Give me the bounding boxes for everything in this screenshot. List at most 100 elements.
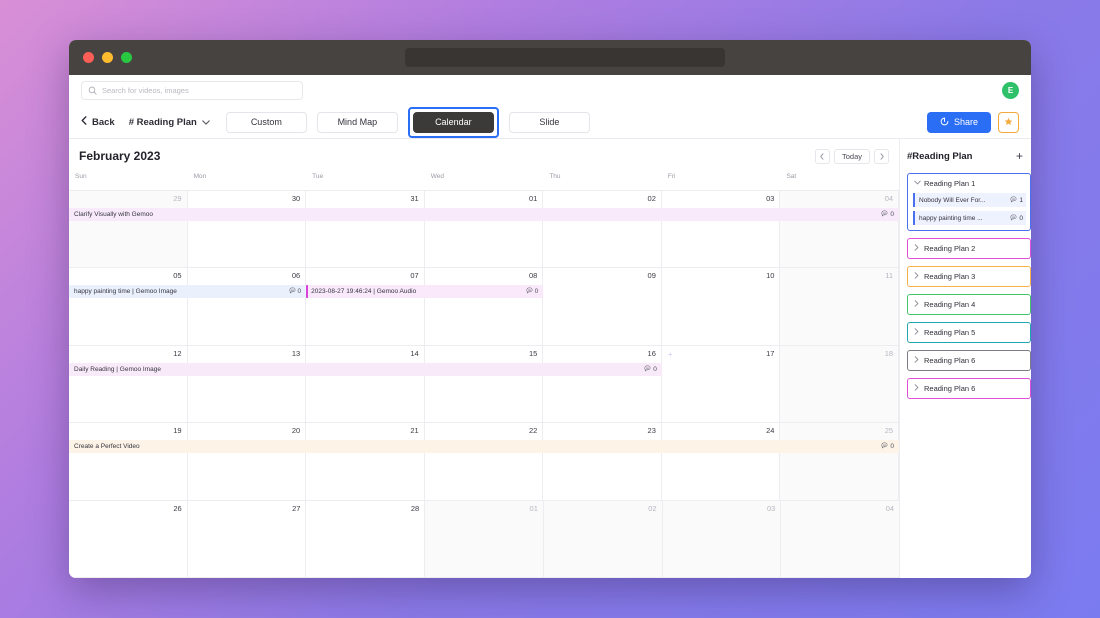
chevron-right-icon[interactable] [914,272,920,281]
calendar-day-cell[interactable]: 01 [425,500,544,578]
collection-selector[interactable]: # Reading Plan [129,117,226,128]
chevron-right-icon[interactable] [914,300,920,309]
calendar-grid: 29 30 31 01 02 03 04 Clarify Visually with Gemo… [69,190,900,578]
tab-calendar[interactable]: Calendar [412,111,494,133]
calendar-day-cell[interactable]: 23 [543,423,662,500]
day-number: 19 [173,426,182,436]
calendar-day-cell[interactable]: 21 [306,423,425,500]
calendar-day-cell[interactable]: 19 [69,423,188,500]
avatar[interactable]: E [1002,82,1019,99]
prev-month-button[interactable] [814,148,830,164]
plan-header[interactable]: Reading Plan 1 [908,174,1030,193]
day-number: 23 [647,426,656,436]
calendar-day-cell[interactable]: 05 [69,268,188,345]
plan-child-item[interactable]: happy painting time ... 0 [913,211,1026,225]
plan-header[interactable]: Reading Plan 2 [908,239,1030,258]
close-window-button[interactable] [83,52,94,63]
calendar-day-cell[interactable]: 24 [662,423,781,500]
calendar-day-cell[interactable]: 30 [188,191,307,268]
calendar-day-cell[interactable]: 12 [69,345,188,423]
calendar-day-cell[interactable]: 17 + [662,345,781,423]
plan-header[interactable]: Reading Plan 6 [908,379,1030,398]
plan-label: Reading Plan 6 [924,356,976,365]
calendar-day-cell[interactable]: 20 [188,423,307,500]
calendar-day-cell[interactable]: 02 [543,191,662,268]
calendar-day-cell[interactable]: 16 [543,345,662,423]
star-button[interactable] [998,111,1019,133]
calendar-event[interactable]: 2023-08-27 19:46:24 | Gemoo Audio 0 [306,285,544,299]
day-header-mon: Mon [193,173,207,180]
today-button[interactable]: Today [833,148,870,164]
day-number: 02 [648,503,657,513]
plan-header[interactable]: Reading Plan 6 [908,351,1030,370]
calendar-event[interactable]: Clarify Visually with Gemoo 0 [69,208,899,221]
day-number: 01 [528,194,538,203]
right-panel-title: #Reading Plan [907,150,973,162]
add-event-icon[interactable]: + [668,350,673,359]
back-button[interactable]: Back [81,116,129,128]
share-button[interactable]: Share [926,111,991,133]
minimize-window-button[interactable] [102,52,113,63]
plan-child-item[interactable]: Nobody Will Ever For... 1 [913,193,1026,207]
plus-icon[interactable]: + [1016,150,1023,162]
chevron-right-icon[interactable] [914,384,920,393]
calendar-day-cell[interactable]: 01 [425,191,544,268]
calendar-day-cell[interactable]: 26 [69,500,188,578]
event-comment-count: 0 [875,442,894,451]
plan-header[interactable]: Reading Plan 4 [908,295,1030,314]
calendar-event[interactable]: happy painting time | Gemoo Image 0 [69,285,307,299]
chevron-right-icon[interactable] [914,244,920,253]
calendar-day-cell[interactable]: 08 [425,268,544,345]
chevron-right-icon[interactable] [914,328,920,337]
day-header-fri: Fri [667,173,676,180]
event-title: Create a Perfect Video [74,443,140,451]
calendar-day-cell[interactable]: 25 [780,423,900,500]
day-number: 11 [885,271,894,281]
calendar-day-cell[interactable]: 29 [69,191,188,268]
calendar-day-cell[interactable]: 31 [306,191,425,268]
calendar-day-cell[interactable]: 09 [543,268,662,345]
calendar-day-cell[interactable]: 14 [306,345,425,423]
event-comment-count: 0 [875,210,894,219]
tab-mind-map[interactable]: Mind Map [316,111,398,133]
calendar-day-cell[interactable]: 02 [543,500,663,578]
day-number: 02 [647,194,656,203]
search-input[interactable] [102,86,296,95]
active-tab-selection-outline: Calendar [407,106,499,138]
chevron-right-icon[interactable] [914,356,920,365]
view-tabs: Custom Mind Map Calendar Slide [225,106,600,138]
calendar-day-cell[interactable]: 06 [188,268,307,345]
calendar-day-cell[interactable]: 28 [306,500,426,578]
day-number: 29 [173,194,182,203]
day-header-thu: Thu [549,173,561,180]
search-container[interactable] [81,81,303,100]
calendar-day-cell[interactable]: 07 [306,268,425,345]
calendar-day-cell[interactable]: 04 [781,500,900,578]
plan-label: Reading Plan 3 [924,272,976,281]
calendar-day-cell[interactable]: 11 [780,268,900,345]
share-label: Share [953,117,978,127]
calendar-day-cell[interactable]: 03 [662,500,782,578]
maximize-window-button[interactable] [121,52,132,63]
tab-custom[interactable]: Custom [225,111,307,133]
chevron-down-icon[interactable] [914,180,921,187]
traffic-lights [83,52,132,63]
calendar-day-cell[interactable]: 13 [188,345,307,423]
day-number: 01 [529,503,538,513]
plan-header[interactable]: Reading Plan 5 [908,323,1030,342]
calendar-day-cell[interactable]: 03 [662,191,781,268]
calendar-day-cell[interactable]: 27 [188,500,307,578]
calendar-day-cell[interactable]: 22 [425,423,544,500]
next-month-button[interactable] [874,148,889,164]
calendar-day-cell[interactable]: 10 [662,268,781,345]
plan-header[interactable]: Reading Plan 3 [908,267,1030,286]
day-number: 04 [884,194,894,203]
address-bar[interactable] [404,48,725,67]
tab-slide[interactable]: Slide [508,111,590,133]
comment-icon [289,287,296,296]
calendar-event[interactable]: Create a Perfect Video 0 [69,440,899,454]
calendar-day-cell[interactable]: 18 [780,345,900,423]
calendar-day-cell[interactable]: 04 [780,191,900,268]
calendar-day-cell[interactable]: 15 [425,345,544,423]
calendar-event[interactable]: Daily Reading | Gemoo Image 0 [69,362,662,376]
